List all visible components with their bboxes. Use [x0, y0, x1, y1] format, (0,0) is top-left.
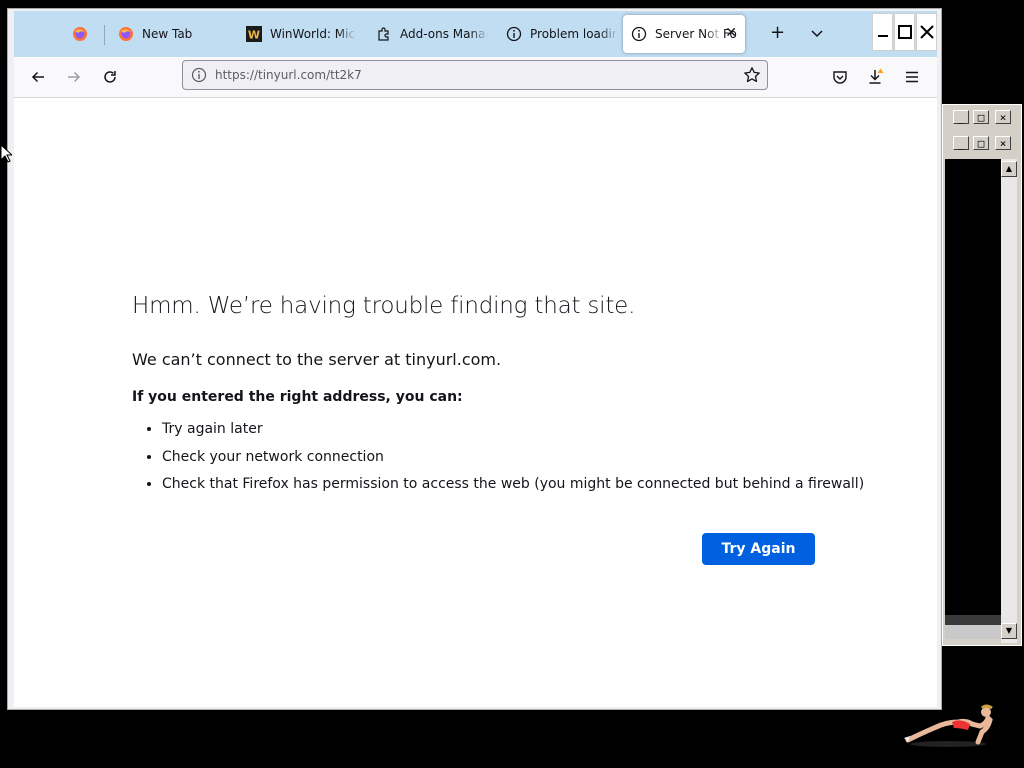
background-window-titlebar[interactable]: _ □ × [943, 107, 1021, 129]
new-tab-button[interactable]: + [770, 23, 785, 43]
background-window[interactable]: _ □ × _ □ × ▲ ▼ [942, 104, 1022, 646]
tab-separator [104, 25, 105, 45]
download-icon [869, 68, 884, 84]
firefox-icon [118, 26, 134, 42]
maximize-button[interactable]: □ [973, 136, 989, 150]
minimize-icon [877, 35, 888, 37]
error-subtitle: We can’t connect to the server at tinyur… [132, 350, 502, 369]
list-item: Check that Firefox has permission to acc… [162, 471, 864, 499]
pocket-icon [833, 71, 847, 84]
list-item: Check your network connection [162, 444, 864, 472]
close-icon [919, 25, 934, 39]
svg-text:W: W [248, 29, 260, 42]
close-tab-icon[interactable]: ✕ [725, 25, 737, 41]
mouse-cursor-icon [0, 143, 14, 168]
horizontal-scrollbar[interactable] [945, 625, 1001, 639]
vertical-scrollbar[interactable]: ▲ ▼ [1001, 159, 1017, 643]
minimize-button[interactable]: _ [953, 110, 969, 124]
firefox-icon [72, 26, 88, 42]
error-lead-text: If you entered the right address, you ca… [132, 389, 463, 405]
minimize-window-button[interactable] [872, 13, 893, 51]
back-button[interactable] [26, 65, 50, 89]
hamburger-menu-icon [906, 71, 918, 83]
close-button[interactable]: × [995, 136, 1011, 150]
maximize-button[interactable]: □ [973, 110, 989, 124]
winworld-icon: W [246, 26, 262, 42]
divider [945, 615, 1001, 625]
reload-icon [104, 71, 116, 83]
back-arrow-icon [31, 71, 44, 83]
info-icon [506, 26, 522, 42]
list-all-tabs-chevron-down-icon[interactable] [810, 25, 824, 45]
close-button[interactable]: × [995, 110, 1011, 124]
navigation-toolbar [14, 57, 937, 98]
tab-server-not-found[interactable]: Server Not Fo ✕ [623, 15, 745, 53]
scroll-down-arrow-icon[interactable]: ▼ [1001, 623, 1017, 639]
desktop-mascot-image[interactable] [900, 698, 995, 750]
suggestion-list: Try again later Check your network conne… [144, 416, 864, 499]
info-icon [631, 26, 647, 42]
tab-label: New Tab [142, 27, 193, 41]
scroll-up-arrow-icon[interactable]: ▲ [1001, 161, 1017, 177]
maximize-window-button[interactable] [894, 13, 915, 51]
background-window-client [945, 159, 1001, 639]
tab-problem-loading[interactable]: Problem loading [506, 15, 618, 53]
forward-arrow-icon [68, 71, 81, 83]
tab-winworld[interactable]: W WinWorld: Micr [246, 15, 356, 53]
tab-pinned[interactable] [72, 15, 102, 53]
bookmark-star-icon[interactable] [743, 66, 761, 88]
forward-button[interactable] [62, 65, 86, 89]
minimize-button[interactable]: _ [953, 136, 969, 150]
site-info-icon[interactable] [191, 67, 207, 87]
app-menu-button[interactable] [900, 65, 924, 89]
page-content: Hmm. We’re having trouble finding that s… [14, 98, 937, 707]
tab-strip: New Tab W WinWorld: Micr Add-ons Manag P… [14, 11, 937, 57]
url-input[interactable] [215, 65, 725, 85]
firefox-window: New Tab W WinWorld: Micr Add-ons Manag P… [7, 8, 942, 710]
background-child-titlebar[interactable]: _ □ × [943, 133, 1021, 155]
try-again-button[interactable]: Try Again [702, 533, 815, 565]
maximize-icon [897, 25, 912, 39]
reload-button[interactable] [98, 65, 122, 89]
tab-new-tab[interactable]: New Tab [118, 15, 238, 53]
pocket-button[interactable] [828, 65, 852, 89]
list-item: Try again later [162, 416, 864, 444]
downloads-button[interactable] [864, 65, 888, 89]
puzzle-icon [376, 26, 392, 42]
close-window-button[interactable] [916, 13, 937, 51]
error-title: Hmm. We’re having trouble finding that s… [132, 293, 636, 319]
tab-addons-manager[interactable]: Add-ons Manag [376, 15, 488, 53]
address-bar[interactable] [182, 60, 768, 90]
